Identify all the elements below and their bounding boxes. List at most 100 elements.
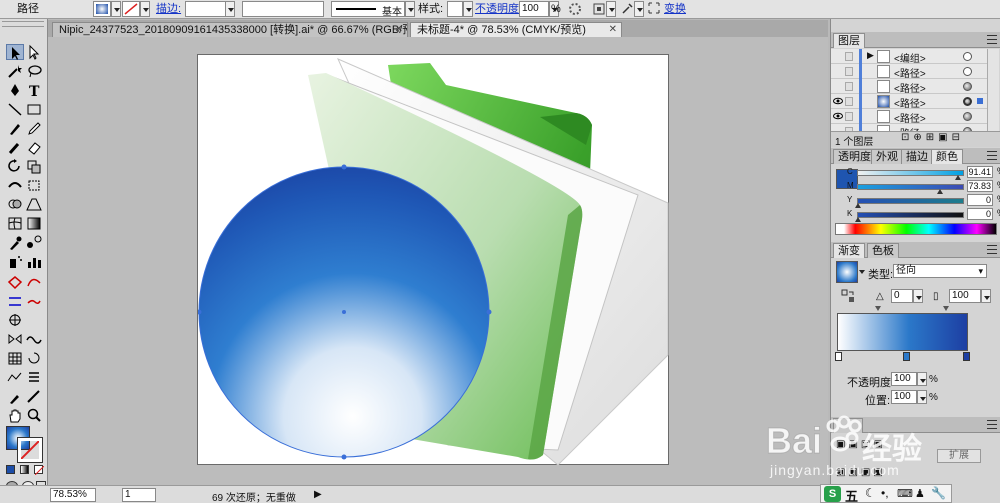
panel-menu-icon[interactable] (987, 245, 997, 254)
gradient-mode-icon[interactable] (20, 465, 29, 474)
measure-icon[interactable] (25, 388, 43, 404)
tab-color[interactable]: 颜色 (931, 149, 963, 164)
pathfinder-icons-row-2[interactable]: ▣▣▣▣ (836, 467, 896, 479)
layers-scrollbar[interactable] (987, 49, 999, 133)
target-icon[interactable] (963, 52, 972, 61)
artboard-tool-icon[interactable] (6, 274, 24, 290)
tab-pathfinder[interactable] (833, 418, 863, 433)
center-point[interactable] (342, 310, 346, 314)
rectangle-tool-icon[interactable] (25, 101, 43, 117)
line-tool-icon[interactable] (6, 101, 24, 117)
puppet-icon[interactable] (620, 2, 634, 17)
visibility-toggle[interactable] (833, 51, 843, 61)
target-icon[interactable] (963, 82, 972, 91)
panel-grip[interactable] (2, 21, 44, 27)
stop-location-field[interactable]: 100 (891, 390, 917, 404)
recolor-icon[interactable] (568, 2, 582, 17)
puppet-dropdown[interactable] (634, 1, 644, 17)
tab-appearance[interactable]: 外观 (871, 149, 903, 164)
layer-row[interactable]: <路径> (831, 109, 997, 125)
gradient-type-select[interactable]: 径向 ▾ (893, 264, 987, 278)
black-value[interactable]: 0 (967, 208, 993, 220)
tab-layers[interactable]: 图层 (833, 33, 865, 48)
shape-builder-icon[interactable] (6, 196, 24, 212)
blob-brush-icon[interactable] (6, 139, 24, 155)
panel-menu-icon[interactable] (987, 35, 997, 44)
panel-menu-icon[interactable] (987, 420, 997, 429)
anchor-point[interactable] (341, 454, 347, 460)
gradient-preset-dropdown-icon[interactable] (859, 267, 865, 277)
tab-document-1[interactable]: Nipic_24377523_20180909161435338000 [转换]… (52, 22, 408, 37)
style-swatch[interactable] (447, 1, 463, 17)
yellow-slider[interactable]: Y 0 % (847, 194, 1000, 208)
magic-wand-icon[interactable] (6, 63, 24, 79)
list-icon[interactable] (25, 369, 43, 385)
gradient-stop-end[interactable] (963, 352, 970, 361)
none-mode-icon[interactable] (34, 465, 44, 475)
perspective-grid-icon[interactable] (25, 196, 43, 212)
width-tool-icon[interactable] (6, 293, 24, 309)
black-slider[interactable]: K 0 % (847, 208, 1000, 222)
symbol-sprayer-icon[interactable] (6, 253, 24, 269)
ime-mode[interactable]: 五 (845, 486, 858, 503)
selection-tool-icon[interactable] (6, 44, 24, 60)
visibility-toggle[interactable] (833, 66, 843, 76)
style-dropdown[interactable] (463, 1, 473, 17)
align-dropdown[interactable] (606, 1, 616, 17)
grid-icon[interactable] (6, 350, 24, 366)
warp-tool-icon[interactable] (6, 177, 24, 193)
gradient-stop-mid[interactable] (903, 352, 910, 361)
expand-arrow-icon[interactable]: ▶ (867, 50, 874, 61)
pathfinder-icons[interactable]: ▣▣▣▣ (836, 439, 886, 451)
mesh-tool-icon[interactable] (6, 215, 24, 231)
visibility-toggle[interactable] (833, 81, 843, 91)
lock-toggle[interactable] (845, 112, 853, 121)
lock-toggle[interactable] (845, 52, 853, 61)
selection-indicator[interactable] (977, 98, 983, 104)
lock-toggle[interactable] (845, 97, 853, 106)
midpoint-handle[interactable] (943, 306, 949, 311)
eraser-tool-icon[interactable] (25, 139, 43, 155)
wave-icon[interactable] (25, 331, 43, 347)
keyboard-icon[interactable]: ⌨ (897, 487, 913, 500)
fill-swatch[interactable] (93, 1, 111, 17)
gradient-preview-swatch[interactable] (836, 261, 858, 283)
artboard[interactable] (196, 54, 669, 466)
transform-link[interactable]: 变换 (664, 2, 686, 17)
pencil-tool-icon[interactable] (25, 120, 43, 136)
magenta-value[interactable]: 73.83 (967, 180, 993, 192)
layer-row[interactable]: ▶ <编组> (831, 49, 997, 65)
target-icon[interactable] (963, 112, 972, 121)
angle-field[interactable]: 0 (891, 289, 913, 303)
angle-dropdown[interactable] (913, 289, 923, 303)
target-icon[interactable] (963, 67, 972, 76)
layer-row[interactable]: <路径> (831, 79, 997, 95)
page-field[interactable]: 1 (122, 488, 156, 502)
free-transform-icon[interactable] (25, 177, 43, 193)
stop-opacity-field[interactable]: 100 (891, 372, 917, 386)
reflect-icon[interactable] (6, 331, 24, 347)
ime-logo[interactable]: S (824, 486, 841, 502)
hand-tool-icon[interactable] (6, 407, 24, 423)
eyedropper-alt-icon[interactable] (6, 388, 24, 404)
paintbrush-tool-icon[interactable] (6, 120, 24, 136)
expand-button[interactable]: 扩展 (937, 449, 981, 463)
panel-menu-icon[interactable] (987, 151, 997, 160)
variable-width-field[interactable] (242, 1, 324, 17)
color-mode-icon[interactable] (6, 465, 15, 474)
yellow-value[interactable]: 0 (967, 194, 993, 206)
layer-row[interactable]: <路径> (831, 64, 997, 80)
cyan-value[interactable]: 91.41 (967, 166, 993, 178)
knife-tool-icon[interactable] (25, 293, 43, 309)
anchor-point[interactable] (486, 309, 492, 315)
anchor-point[interactable] (341, 164, 347, 170)
close-icon[interactable]: ✕ (609, 23, 617, 37)
canvas-workspace[interactable] (48, 37, 828, 485)
eye-icon[interactable] (833, 96, 843, 106)
settings-wrench-icon[interactable]: 🔧 (931, 486, 946, 500)
path-eraser-icon[interactable] (6, 369, 24, 385)
blend-tool-icon[interactable] (25, 234, 43, 250)
stroke-link[interactable]: 描边: (156, 2, 181, 17)
slice-tool-icon[interactable] (25, 274, 43, 290)
moon-icon[interactable]: ☾ (865, 486, 876, 500)
